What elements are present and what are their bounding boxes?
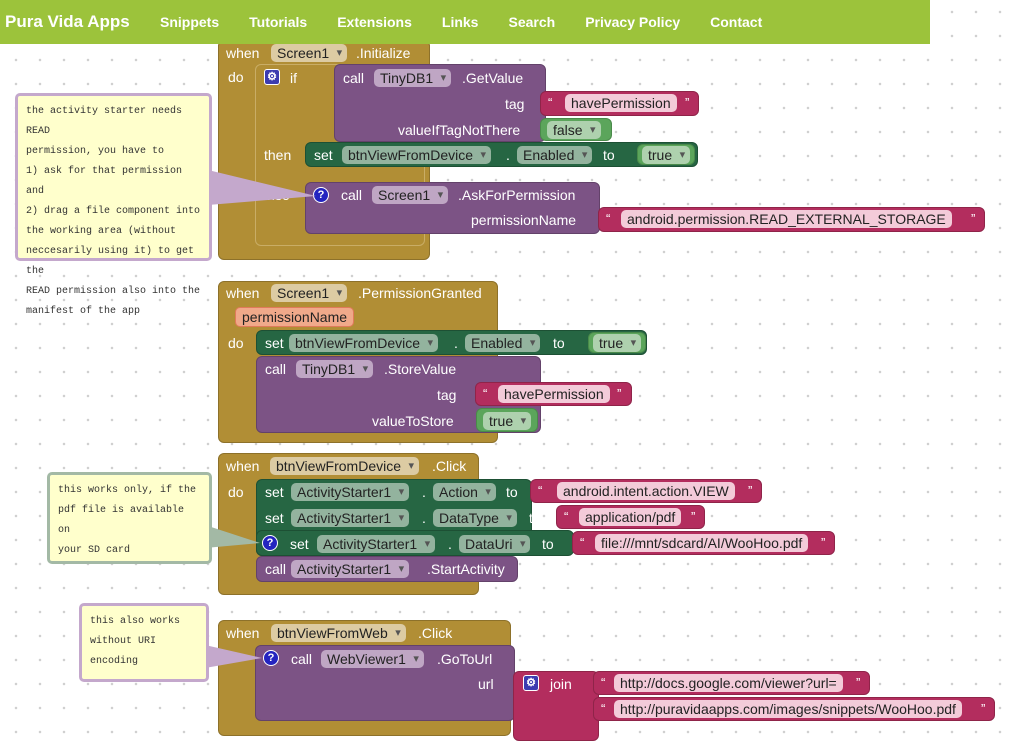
comment-line: manifest of the app: [26, 306, 141, 317]
comment-line: permission, you have to: [26, 146, 165, 157]
nav-contact[interactable]: Contact: [710, 14, 762, 30]
nav-tutorials[interactable]: Tutorials: [249, 14, 307, 30]
comment-bubble[interactable]: the activity starter needs READ permissi…: [15, 93, 212, 317]
brand-link[interactable]: Pura Vida Apps: [0, 12, 160, 32]
comment-bubble[interactable]: this also works without URI encoding: [79, 603, 209, 682]
comment-line: 1) ask for that permission and: [26, 166, 183, 197]
comment-line: READ permission also into the: [26, 286, 201, 297]
nav-links[interactable]: Links: [442, 14, 479, 30]
comment-line: the working area (without: [26, 226, 177, 237]
comment-line: your SD card: [58, 545, 131, 556]
comment-line: this also works: [90, 616, 181, 627]
nav-snippets[interactable]: Snippets: [160, 14, 219, 30]
comment-line: the activity starter needs READ: [26, 106, 183, 137]
comment-line: neccesarily using it) to get the: [26, 246, 195, 277]
nav-privacy[interactable]: Privacy Policy: [585, 14, 680, 30]
comment-line: without URI encoding: [90, 636, 157, 667]
comment-line: this works only, if the: [58, 485, 197, 496]
comment-line: pdf file is available on: [58, 505, 185, 536]
top-nav: Pura Vida Apps Snippets Tutorials Extens…: [0, 0, 930, 44]
comment-line: 2) drag a file component into: [26, 206, 201, 217]
nav-search[interactable]: Search: [508, 14, 555, 30]
comment-bubble[interactable]: this works only, if the pdf file is avai…: [47, 472, 212, 564]
nav-extensions[interactable]: Extensions: [337, 14, 412, 30]
